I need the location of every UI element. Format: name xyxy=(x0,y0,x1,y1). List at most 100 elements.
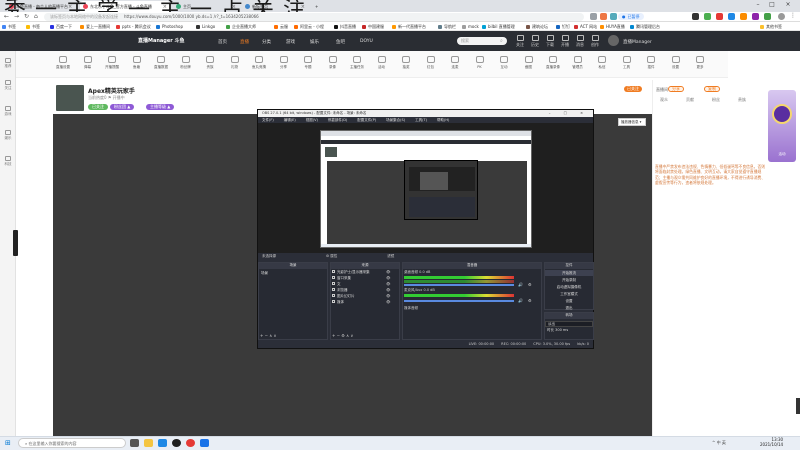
bookmark-item-other[interactable]: 其他书签 xyxy=(760,24,782,30)
obs-menu-item[interactable]: 文件(F) xyxy=(262,118,274,122)
settings-button[interactable]: 设置 xyxy=(545,298,593,304)
tool-item[interactable]: 直播数据 xyxy=(148,56,174,70)
obs-menu-item[interactable]: 工具(T) xyxy=(415,118,427,122)
extension-icon[interactable] xyxy=(704,13,711,20)
tool-item[interactable]: 粉丝牌 xyxy=(173,56,199,70)
window-controls-icon[interactable]: – □ × xyxy=(549,111,589,115)
obs-menu-item[interactable]: 编辑(E) xyxy=(284,118,296,122)
volume-slider[interactable] xyxy=(404,284,514,286)
extension-icon[interactable] xyxy=(692,13,699,20)
nav-item[interactable]: 娱乐 xyxy=(310,39,319,45)
add-icon[interactable]: + xyxy=(332,333,335,338)
taskbar-clock[interactable]: 13:30 2021/10/14 xyxy=(760,437,783,447)
bookmark-item[interactable]: 中国建服 xyxy=(362,24,384,30)
bookmark-item[interactable]: HUYA直播 xyxy=(600,24,625,30)
visibility-icon[interactable]: 👁 xyxy=(386,300,390,304)
extension-icon[interactable] xyxy=(600,13,607,20)
url-field[interactable]: 该标签页与本地网络中的设备发起连接 https://www.douyu.com/… xyxy=(44,13,584,21)
task-view-icon[interactable] xyxy=(130,439,139,447)
remove-icon[interactable]: − xyxy=(265,333,268,338)
source-item[interactable]: 光影护士/显示器采集 xyxy=(332,270,370,275)
floating-info-popup[interactable]: 播放器信息 ▾ xyxy=(618,118,646,126)
header-history-button[interactable]: 历史 xyxy=(528,35,542,48)
room-avatar[interactable] xyxy=(56,85,84,111)
home-icon[interactable]: ⌂ xyxy=(34,13,38,20)
bookmark-item[interactable]: 抖音直播 xyxy=(334,24,356,30)
transition-select[interactable]: 淡出 xyxy=(545,321,593,327)
rail-item[interactable]: 科技 xyxy=(3,156,13,167)
start-recording-button[interactable]: 开始录制 xyxy=(545,277,593,283)
bookmark-item[interactable]: ppts - 腾讯会议 xyxy=(116,24,151,30)
tool-item[interactable]: 主播任务 xyxy=(344,56,370,70)
virtual-camera-button[interactable]: 启动虚拟摄像机 xyxy=(545,284,593,290)
extension-icon[interactable] xyxy=(764,13,771,20)
studio-mode-button[interactable]: 工作室模式 xyxy=(545,291,593,297)
up-icon[interactable]: ∧ xyxy=(269,333,272,338)
filters-button[interactable]: 滤镜 xyxy=(387,254,394,260)
extension-icon[interactable] xyxy=(740,13,747,20)
tool-item[interactable]: 截图 xyxy=(516,56,542,70)
visibility-icon[interactable]: 👁 xyxy=(386,270,390,274)
tool-item[interactable]: 私信 xyxy=(589,56,615,70)
bookmark-item[interactable]: Linkgo xyxy=(196,24,215,29)
avatar-icon[interactable] xyxy=(778,13,785,20)
bookmark-item[interactable]: mock xyxy=(462,24,479,29)
extension-icon[interactable] xyxy=(752,13,759,20)
menu-dots-icon[interactable]: ⋮ xyxy=(790,12,797,19)
source-item[interactable]: 浏览器 xyxy=(332,288,348,293)
bookmark-item[interactable]: 书签 xyxy=(26,24,40,30)
search-icon[interactable]: ⌕ xyxy=(500,38,503,44)
tool-item[interactable]: 管理员 xyxy=(565,56,591,70)
rp-tab[interactable]: 贡献 xyxy=(686,97,694,103)
extension-icon[interactable] xyxy=(728,13,735,20)
back-icon[interactable]: ← xyxy=(4,13,9,20)
gear-icon[interactable]: ⚙ xyxy=(528,282,532,287)
add-icon[interactable]: + xyxy=(260,333,263,338)
system-tray[interactable]: ^ 中 英 xyxy=(712,440,726,446)
transition-duration[interactable]: 时长 300 ms xyxy=(545,328,593,334)
tool-item[interactable]: 弹幕 xyxy=(75,56,101,70)
profile-button[interactable]: ● 已暂停 xyxy=(618,13,644,20)
tool-item[interactable]: 专题 xyxy=(295,56,321,70)
bookmark-item[interactable]: 书签 xyxy=(2,24,16,30)
rp-tab[interactable]: 贵族 xyxy=(738,97,746,103)
bookmark-item[interactable]: 云服 xyxy=(274,24,288,30)
tool-item[interactable]: 开播提醒 xyxy=(99,56,125,70)
remove-icon[interactable]: − xyxy=(337,333,340,338)
gear-icon[interactable]: ⚙ xyxy=(528,298,532,303)
source-item[interactable]: 窗口采集 xyxy=(332,276,351,281)
volume-slider[interactable] xyxy=(404,300,514,302)
visibility-icon[interactable]: 👁 xyxy=(386,276,390,280)
extension-icon[interactable] xyxy=(716,13,723,20)
rail-item[interactable]: 推荐 xyxy=(3,58,13,69)
nav-item-active[interactable]: 直播 xyxy=(240,39,249,45)
close-window-icon[interactable]: × xyxy=(782,1,794,8)
exit-button[interactable]: 退出 xyxy=(545,305,593,311)
tool-item[interactable]: 直播设置 xyxy=(50,56,76,70)
header-create-button[interactable]: 创作 xyxy=(588,35,602,48)
obs-menu-item[interactable]: 帮助(H) xyxy=(437,118,449,122)
file-explorer-icon[interactable] xyxy=(144,439,153,447)
sidebar-collapse-handle[interactable] xyxy=(13,230,18,256)
forward-icon[interactable]: → xyxy=(14,13,19,20)
fan-club-chip[interactable]: 粉丝团 ▲ xyxy=(110,104,135,110)
maximize-icon[interactable]: □ xyxy=(766,1,778,8)
new-tab-button[interactable]: + xyxy=(312,1,320,12)
app-icon[interactable] xyxy=(200,439,209,447)
rail-item[interactable]: 游戏 xyxy=(3,106,13,117)
rp-copy-button[interactable]: 复制 xyxy=(704,86,720,92)
bookmark-item[interactable]: 企业直播大师 xyxy=(226,24,256,30)
tool-item[interactable]: 活动 xyxy=(369,56,395,70)
user-name[interactable]: 直播Manager xyxy=(623,39,652,45)
down-icon[interactable]: ∨ xyxy=(274,333,277,338)
tool-item[interactable]: 红包 xyxy=(418,56,444,70)
visibility-icon[interactable]: 👁 xyxy=(386,294,390,298)
extension-icon[interactable] xyxy=(610,13,617,20)
up-icon[interactable]: ∧ xyxy=(346,333,349,338)
bookmark-item[interactable]: 钉钉 xyxy=(556,24,570,30)
nav-item[interactable]: 游戏 xyxy=(286,39,295,45)
source-item[interactable]: 文 xyxy=(332,282,341,287)
rp-tab[interactable]: 粉丝 xyxy=(712,97,720,103)
gear-icon[interactable]: ⚙ xyxy=(341,333,345,338)
tool-item[interactable]: 设置 xyxy=(663,56,689,70)
